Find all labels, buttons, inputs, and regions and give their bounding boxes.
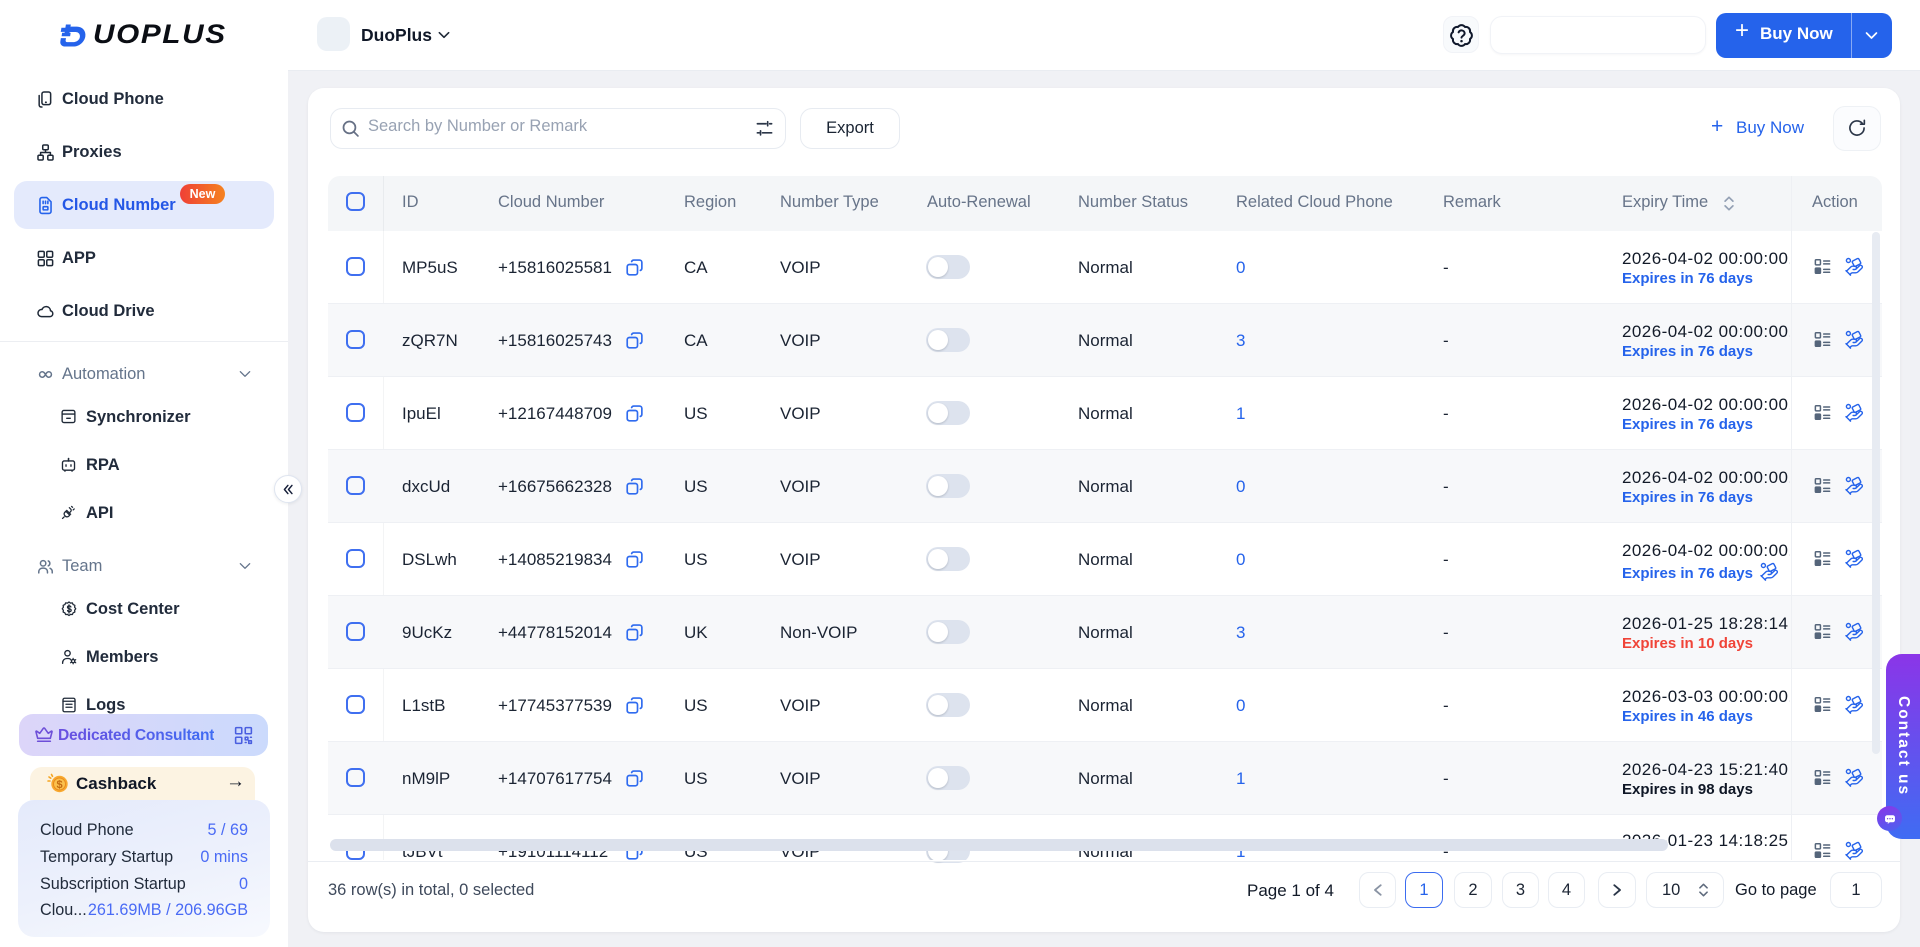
svg-text:$: $: [56, 779, 62, 791]
